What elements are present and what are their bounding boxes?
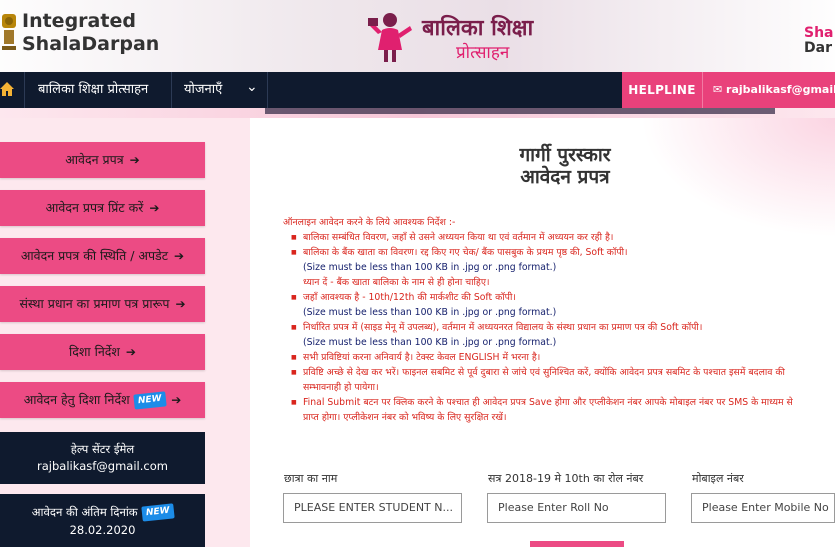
sidebar-item-print-form[interactable]: आवेदन प्रपत्र प्रिंट करें ➔ [0, 190, 205, 226]
center-subtitle: प्रोत्साहन [456, 43, 510, 63]
logo-shala: Shala [22, 33, 82, 55]
size-note: (Size must be less than 100 KB in .jpg o… [303, 262, 557, 273]
nav-item-yojanaye[interactable]: योजनाएँ [184, 72, 222, 108]
header-email-text: rajbalikasf@gmail.com [726, 83, 835, 96]
form-title: गार्गी पुरस्कार आवेदन प्रपत्र [450, 144, 680, 188]
nav-separator [171, 72, 172, 108]
new-badge: NEW [132, 391, 166, 410]
state-emblem-icon [2, 14, 16, 50]
arrow-right-icon: ➔ [125, 345, 136, 359]
instructions-list: बालिका सम्बंधित विवरण, जहाँ से उसने अध्य… [291, 230, 835, 425]
envelope-icon: ✉ [713, 83, 727, 96]
girl-with-book-icon [368, 13, 412, 62]
help-center-box: हेल्प सेंटर ईमेल rajbalikasf@gmail.com [0, 432, 205, 484]
header-email-link[interactable]: ✉ rajbalikasf@gmail.com [702, 72, 835, 108]
arrow-right-icon: ➔ [171, 393, 182, 407]
deadline-box: आवेदन की अंतिम दिनांक NEW 28.02.2020 [0, 494, 205, 547]
instruction-text-cont: सम्भावनाही हो पायेगा। [303, 382, 379, 393]
nav-item-balika-shiksha[interactable]: बालिका शिक्षा प्रोत्साहन [38, 72, 148, 108]
logo-line2: ShalaDarpan [22, 33, 159, 56]
sidebar-item-certificate-format[interactable]: संस्था प्रधान का प्रमाण पत्र प्रारूप ➔ [0, 286, 205, 322]
instruction-text: Final Submit बटन पर क्लिक करने के पश्चात… [303, 397, 793, 408]
size-note: (Size must be less than 100 KB in .jpg o… [303, 337, 557, 348]
instruction-item: बालिका सम्बंधित विवरण, जहाँ से उसने अध्य… [291, 230, 835, 245]
sidebar-item-status-update[interactable]: आवेदन प्रपत्र की स्थिति / अपडेट ➔ [0, 238, 205, 274]
instruction-text: प्रविष्टि अच्छे से देख कर भरें। फाइनल सब… [303, 367, 785, 378]
size-note: (Size must be less than 100 KB in .jpg o… [303, 307, 557, 318]
right-shaladarpan-logo[interactable]: Sha Dar [804, 26, 834, 56]
instruction-item: जहाँ आवश्यक है - 10th/12th की मार्कशीट क… [291, 290, 835, 320]
form-title-line2: आवेदन प्रपत्र [520, 166, 610, 188]
center-title: बालिका शिक्षा [422, 16, 534, 41]
mobile-number-label: मोबाइल नंबर [692, 472, 744, 485]
sidebar-item-guidelines[interactable]: दिशा निर्देश ➔ [0, 334, 205, 370]
deadline-date: 28.02.2020 [69, 523, 136, 537]
site-header: Integrated ShalaDarpan बालिका शिक्षा प्र… [0, 0, 835, 72]
sidebar-item-label: आवेदन प्रपत्र की स्थिति / अपडेट [20, 248, 169, 263]
sidebar-item-label: संस्था प्रधान का प्रमाण पत्र प्रारूप [19, 296, 170, 311]
bank-account-note: ध्यान दें - बैंक खाता बालिका के नाम से ह… [303, 277, 490, 288]
sidebar-item-label: आवेदन प्रपत्र प्रिंट करें [45, 200, 144, 215]
integrated-shaladarpan-logo[interactable]: Integrated ShalaDarpan [22, 10, 159, 56]
new-badge: NEW [140, 503, 174, 522]
instruction-item: सभी प्रविष्टियां करना अनिवार्य है। टेक्स… [291, 350, 835, 365]
student-name-input[interactable]: PLEASE ENTER STUDENT N... [283, 493, 462, 523]
helpline-button[interactable]: HELPLINE [622, 72, 702, 108]
deadline-title-row: आवेदन की अंतिम दिनांक NEW [0, 503, 205, 522]
roll-number-input[interactable]: Please Enter Roll No [487, 493, 666, 523]
right-logo-a: Sha [804, 25, 834, 41]
sidebar-item-aavedan-prapatra[interactable]: आवेदन प्रपत्र ➔ [0, 142, 205, 178]
deadline-title: आवेदन की अंतिम दिनांक [31, 505, 138, 519]
nav-separator [267, 72, 268, 108]
right-logo-line2: Dar [804, 40, 832, 56]
arrow-right-icon: ➔ [149, 201, 160, 215]
sidebar-item-label: दिशा निर्देश [69, 344, 120, 359]
home-icon[interactable] [0, 81, 14, 97]
help-center-email[interactable]: rajbalikasf@gmail.com [0, 458, 205, 475]
help-center-title: हेल्प सेंटर ईमेल [70, 442, 135, 456]
instruction-text: बालिका सम्बंधित विवरण, जहाँ से उसने अध्य… [303, 232, 614, 243]
sidebar-item-application-guidelines[interactable]: आवेदन हेतु दिशा निर्देश NEW ➔ [0, 382, 205, 418]
instruction-text: निर्धारित प्रपत्र में (साइड मेनू में उपल… [303, 322, 703, 333]
balika-shiksha-logo: बालिका शिक्षा प्रोत्साहन [360, 8, 560, 66]
mobile-number-input[interactable]: Please Enter Mobile No [691, 493, 835, 523]
instructions-heading: ऑनलाइन आवेदन करने के लिये आवश्यक निर्देश… [283, 217, 456, 228]
arrow-right-icon: ➔ [129, 153, 140, 167]
logo-line1: Integrated [22, 10, 136, 32]
instruction-item: निर्धारित प्रपत्र में (साइड मेनू में उपल… [291, 320, 835, 350]
sidebar-item-label: आवेदन हेतु दिशा निर्देश [23, 392, 130, 407]
decorative-strip-dark [265, 108, 775, 114]
arrow-right-icon: ➔ [175, 297, 186, 311]
instruction-item: Final Submit बटन पर क्लिक करने के पश्चात… [291, 395, 835, 425]
main-navbar: बालिका शिक्षा प्रोत्साहन योजनाएँ ⌄ HELPL… [0, 72, 835, 108]
chevron-down-icon[interactable]: ⌄ [246, 69, 258, 105]
instruction-text-cont: प्राप्त होगा। एप्लीकेशन नंबर को भविष्य क… [303, 412, 507, 423]
instruction-item: प्रविष्टि अच्छे से देख कर भरें। फाइनल सब… [291, 365, 835, 395]
form-title-line1: गार्गी पुरस्कार [519, 144, 611, 166]
nav-separator [24, 72, 25, 108]
sidebar-item-label: आवेदन प्रपत्र [65, 152, 124, 167]
right-logo-line1: Sha [804, 26, 834, 41]
instruction-text: जहाँ आवश्यक है - 10th/12th की मार्कशीट क… [303, 292, 516, 303]
submit-button[interactable] [530, 541, 624, 547]
roll-number-label: सत्र 2018-19 मे 10th का रोल नंबर [488, 472, 644, 485]
instructions-block: ऑनलाइन आवेदन करने के लिये आवश्यक निर्देश… [283, 215, 835, 425]
instruction-item: बालिका के बैंक खाता का विवरण। रद्द किए ग… [291, 245, 835, 290]
student-name-label: छात्रा का नाम [284, 472, 338, 485]
logo-darpan: Darpan [81, 33, 160, 55]
instruction-text: सभी प्रविष्टियां करना अनिवार्य है। टेक्स… [303, 352, 541, 363]
instruction-text: बालिका के बैंक खाता का विवरण। रद्द किए ग… [303, 247, 628, 258]
arrow-right-icon: ➔ [174, 249, 185, 263]
